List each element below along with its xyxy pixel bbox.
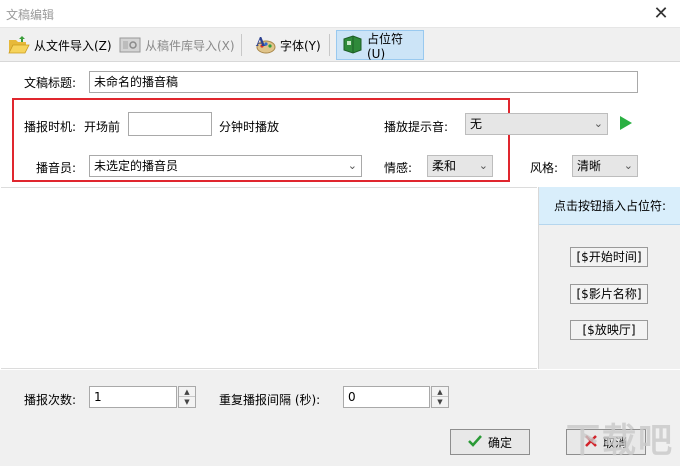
font-palette-icon: A — [254, 35, 276, 55]
watermark: 下载吧 — [566, 421, 674, 461]
placeholder-panel: 点击按钮插入占位符: [$开始时间] [$影片名称] [$放映厅] — [538, 187, 680, 369]
insert-hall-button[interactable]: [$放映厅] — [570, 320, 648, 340]
toolbar-divider — [241, 34, 242, 56]
decrement-icon[interactable]: ▼ — [179, 397, 195, 407]
time-label: 播报时机: — [24, 120, 77, 134]
svg-text:A: A — [255, 35, 266, 49]
style-select[interactable]: 清晰 ⌄ — [572, 155, 638, 177]
font-button[interactable]: A 字体(Y) — [250, 31, 325, 59]
increment-icon[interactable]: ▲ — [432, 387, 448, 397]
title-bar: 文稿编辑 ✕ — [0, 0, 680, 28]
emotion-value: 柔和 — [432, 159, 457, 173]
emotion-label: 情感: — [384, 161, 413, 175]
ok-label: 确定 — [487, 435, 512, 450]
import-file-label: 从文件导入(Z) — [34, 38, 112, 53]
increment-icon[interactable]: ▲ — [179, 387, 195, 397]
announcer-label: 播音员: — [36, 161, 77, 175]
style-value: 清晰 — [577, 159, 602, 173]
ok-button[interactable]: 确定 — [450, 429, 530, 455]
import-library-button[interactable]: 从稿件库导入(X) — [115, 31, 239, 59]
style-label: 风格: — [530, 161, 559, 175]
after-label: 分钟时播放 — [219, 120, 280, 134]
toolbar-divider — [329, 34, 330, 56]
play-icon[interactable] — [620, 116, 632, 130]
green-book-icon — [341, 35, 363, 55]
emotion-select[interactable]: 柔和 ⌄ — [427, 155, 493, 177]
decrement-icon[interactable]: ▼ — [432, 397, 448, 407]
toolbar: 从文件导入(Z) 从稿件库导入(X) A 字体(Y) 占位符(U) — [0, 28, 680, 62]
title-input[interactable]: 未命名的播音稿 — [89, 71, 638, 93]
import-library-label: 从稿件库导入(X) — [145, 38, 235, 53]
checkmark-icon — [468, 434, 482, 450]
tone-value: 无 — [470, 117, 483, 131]
count-label: 播报次数: — [24, 393, 77, 407]
folder-open-icon — [8, 35, 30, 55]
announcer-select[interactable]: 未选定的播音员 ⌄ — [89, 155, 362, 177]
before-label: 开场前 — [84, 120, 121, 134]
interval-label: 重复播报间隔 (秒): — [219, 393, 321, 407]
count-stepper[interactable]: ▲ ▼ — [178, 386, 196, 408]
chevron-down-icon: ⌄ — [623, 159, 633, 172]
interval-input[interactable]: 0 — [343, 386, 430, 408]
placeholder-panel-header: 点击按钮插入占位符: — [539, 187, 680, 225]
library-icon — [119, 35, 141, 55]
insert-start-time-button[interactable]: [$开始时间] — [570, 247, 648, 267]
tone-label: 播放提示音: — [384, 120, 449, 134]
font-label: 字体(Y) — [280, 38, 321, 53]
interval-stepper[interactable]: ▲ ▼ — [431, 386, 449, 408]
chevron-down-icon: ⌄ — [478, 159, 488, 172]
count-input[interactable]: 1 — [89, 386, 177, 408]
import-file-button[interactable]: 从文件导入(Z) — [4, 31, 116, 59]
title-label: 文稿标题: — [24, 76, 77, 90]
tone-select[interactable]: 无 ⌄ — [465, 113, 608, 135]
chevron-down-icon: ⌄ — [347, 159, 357, 172]
close-icon[interactable]: ✕ — [650, 3, 672, 24]
announcer-value: 未选定的播音员 — [94, 159, 179, 173]
chevron-down-icon: ⌄ — [593, 117, 603, 130]
placeholder-label: 占位符(U) — [367, 31, 404, 61]
window-title: 文稿编辑 — [6, 8, 55, 22]
minutes-input[interactable] — [128, 112, 212, 136]
insert-movie-name-button[interactable]: [$影片名称] — [570, 284, 648, 304]
script-editor[interactable] — [1, 187, 537, 369]
placeholder-button[interactable]: 占位符(U) — [336, 30, 424, 61]
